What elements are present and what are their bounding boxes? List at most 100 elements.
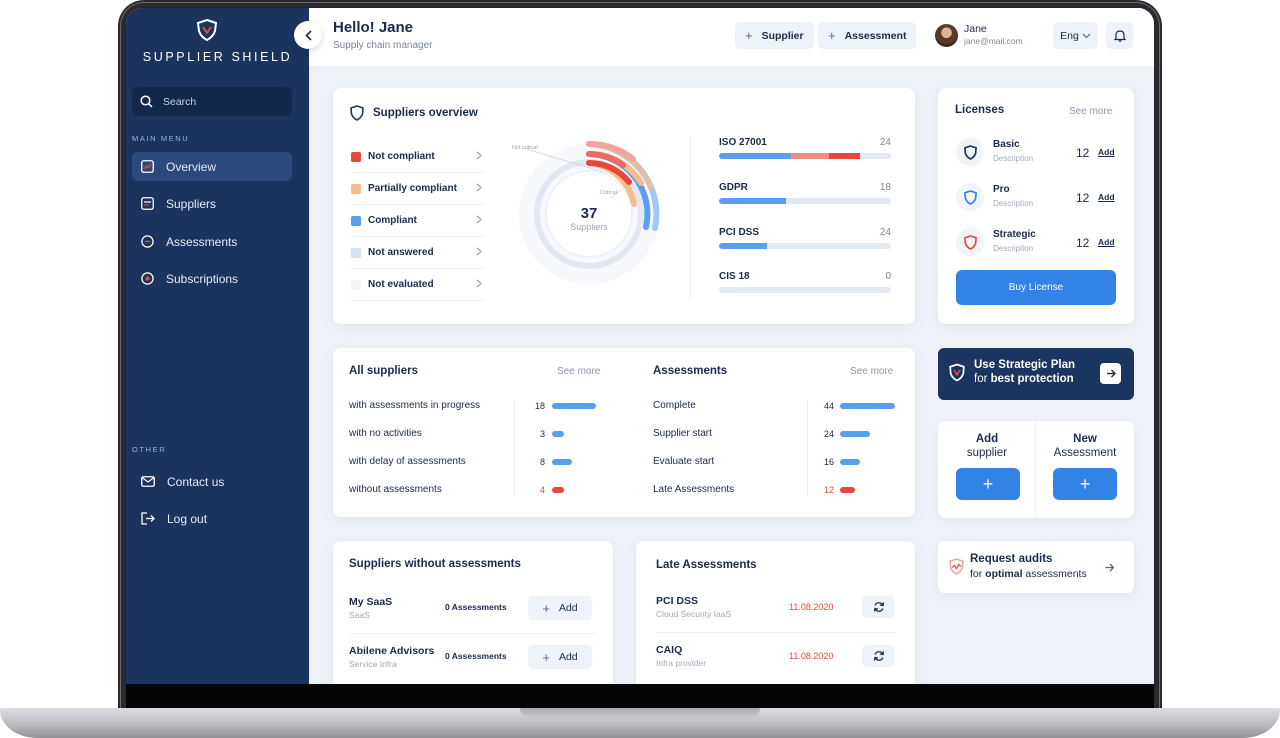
sidebar-item-logout[interactable]: Log out	[132, 504, 292, 533]
suppliers-icon	[141, 197, 154, 210]
all-suppliers-see-more-link[interactable]: See more	[557, 366, 600, 377]
standard-name: CIS 18	[719, 271, 750, 282]
arrow-right-icon	[1106, 369, 1116, 378]
sidebar-item-assessments[interactable]: Assessments	[132, 227, 292, 256]
arrow-right-icon[interactable]	[1104, 563, 1115, 572]
legend-partially-compliant[interactable]: Partially compliant	[351, 173, 486, 205]
all-suppliers-row-bar	[552, 431, 564, 437]
add-license-link[interactable]: Add	[1098, 192, 1115, 202]
legend-not-evaluated[interactable]: Not evaluated	[351, 269, 486, 301]
standard-pcidss[interactable]: PCI DSS 24	[719, 227, 891, 249]
progress-segment-blue	[719, 243, 768, 249]
buy-license-button[interactable]: Buy License	[956, 270, 1116, 305]
all-suppliers-row-label[interactable]: with assessments in progress	[349, 400, 480, 411]
add-assessment-header-button[interactable]: + Assessment	[818, 22, 917, 49]
sidebar-item-subscriptions[interactable]: Subscriptions	[132, 264, 292, 293]
collapse-sidebar-button[interactable]	[294, 21, 322, 49]
add-assessment-button[interactable]: + Add	[528, 645, 592, 669]
assessments-row-label[interactable]: Evaluate start	[653, 456, 714, 467]
licenses-title: Licenses	[955, 104, 1005, 116]
all-suppliers-row-label[interactable]: with delay of assessments	[349, 456, 466, 467]
greeting-title: Hello! Jane	[333, 19, 414, 36]
search-input[interactable]: Search	[132, 87, 292, 116]
assessments-row-label[interactable]: Supplier start	[653, 428, 712, 439]
refresh-button[interactable]	[862, 596, 895, 618]
standard-gdpr[interactable]: GDPR 18	[719, 182, 891, 204]
legend-compliant[interactable]: Compliant	[351, 205, 486, 237]
supplier-type: Service Infra	[349, 659, 397, 669]
new-assessment-title-line1: New	[1073, 433, 1097, 445]
refresh-button[interactable]	[862, 645, 895, 667]
plus-icon: +	[982, 473, 994, 494]
audit-subtitle-suffix: assessments	[1022, 568, 1087, 580]
all-suppliers-row-label[interactable]: without assessments	[349, 484, 442, 495]
assessments-row-label[interactable]: Late Assessments	[653, 484, 734, 495]
strategic-plan-banner[interactable]: Use Strategic Plan for best protection	[938, 348, 1134, 400]
legend-not-answered[interactable]: Not answered	[351, 237, 486, 269]
sidebar-item-suppliers[interactable]: Suppliers	[132, 189, 292, 218]
all-suppliers-row-bar	[552, 403, 596, 409]
license-description: Description	[993, 244, 1034, 253]
notifications-button[interactable]	[1106, 22, 1133, 49]
suppliers-without-assessments-card: Suppliers without assessments My SaaS Sa…	[333, 541, 613, 684]
chevron-down-icon	[1082, 33, 1091, 38]
sidebar-item-label: Log out	[167, 511, 208, 526]
suppliers-donut-chart: 37 Suppliers Not critical Critical	[512, 140, 660, 284]
chevron-right-icon	[476, 279, 482, 288]
sidebar-item-label: Subscriptions	[166, 271, 239, 286]
user-email: jane@mail.com	[964, 36, 1023, 46]
request-audits-banner[interactable]: Request audits for optimal assessments	[938, 541, 1134, 593]
legend-swatch	[351, 215, 361, 226]
add-license-link[interactable]: Add	[1098, 237, 1115, 247]
add-supplier-header-button[interactable]: + Supplier	[735, 22, 814, 49]
plan-title: Use Strategic Plan	[974, 359, 1075, 371]
sidebar-item-overview[interactable]: Overview	[132, 152, 292, 181]
all-suppliers-row-label[interactable]: with no activities	[349, 428, 422, 439]
progress-segment-blue	[719, 153, 792, 159]
chart-icon	[141, 160, 154, 173]
plan-subtitle-prefix: for	[974, 373, 991, 385]
legend-label: Not evaluated	[368, 279, 434, 290]
chevron-left-icon	[304, 29, 312, 41]
standard-name: ISO 27001	[719, 137, 767, 148]
license-count: 12	[1076, 236, 1090, 250]
standard-count: 18	[879, 182, 891, 193]
all-suppliers-row-bar	[552, 459, 572, 465]
add-supplier-title-line2: supplier	[966, 447, 1008, 459]
license-pro-icon-wrap	[956, 183, 984, 211]
chevron-right-icon	[476, 215, 482, 224]
standard-cis18[interactable]: CIS 18 0	[719, 271, 891, 293]
assessment-name: PCI DSS	[656, 595, 699, 607]
shield-icon	[963, 234, 977, 250]
legend-not-compliant[interactable]: Not compliant	[351, 141, 486, 173]
laptop-notch	[520, 708, 760, 718]
new-assessment-button[interactable]: +	[1053, 468, 1117, 500]
assessments-row-count: 12	[823, 485, 834, 495]
language-select[interactable]: Eng	[1053, 22, 1098, 49]
legend-swatch	[351, 183, 361, 194]
sidebar-item-label: Contact us	[167, 474, 225, 489]
standard-iso27001[interactable]: ISO 27001 24	[719, 137, 891, 159]
refresh-icon	[873, 602, 884, 612]
avatar[interactable]	[935, 24, 958, 47]
plan-subtitle: for best protection	[974, 373, 1074, 385]
standard-progress	[719, 153, 891, 159]
label-critical: Critical	[600, 190, 617, 196]
assessments-row-label[interactable]: Complete	[653, 400, 696, 411]
add-supplier-button[interactable]: +	[956, 468, 1020, 500]
divider	[349, 633, 597, 634]
shield-logo-icon	[196, 18, 218, 42]
sidebar-item-label: Overview	[166, 159, 217, 174]
license-name: Basic	[993, 139, 1020, 150]
all-suppliers-row-count: 18	[534, 401, 545, 411]
add-assessment-button[interactable]: + Add	[528, 596, 592, 620]
licenses-card: Licenses See more Basic Description 12 A…	[938, 88, 1134, 324]
sidebar-item-contact[interactable]: Contact us	[132, 467, 292, 496]
plan-arrow-button[interactable]	[1100, 363, 1121, 384]
add-license-link[interactable]: Add	[1098, 147, 1115, 157]
plus-icon: +	[542, 600, 550, 616]
button-label: Supplier	[761, 29, 804, 42]
licenses-see-more-link[interactable]: See more	[1069, 106, 1112, 117]
button-label: Add	[558, 651, 578, 663]
assessments-see-more-link[interactable]: See more	[850, 366, 893, 377]
